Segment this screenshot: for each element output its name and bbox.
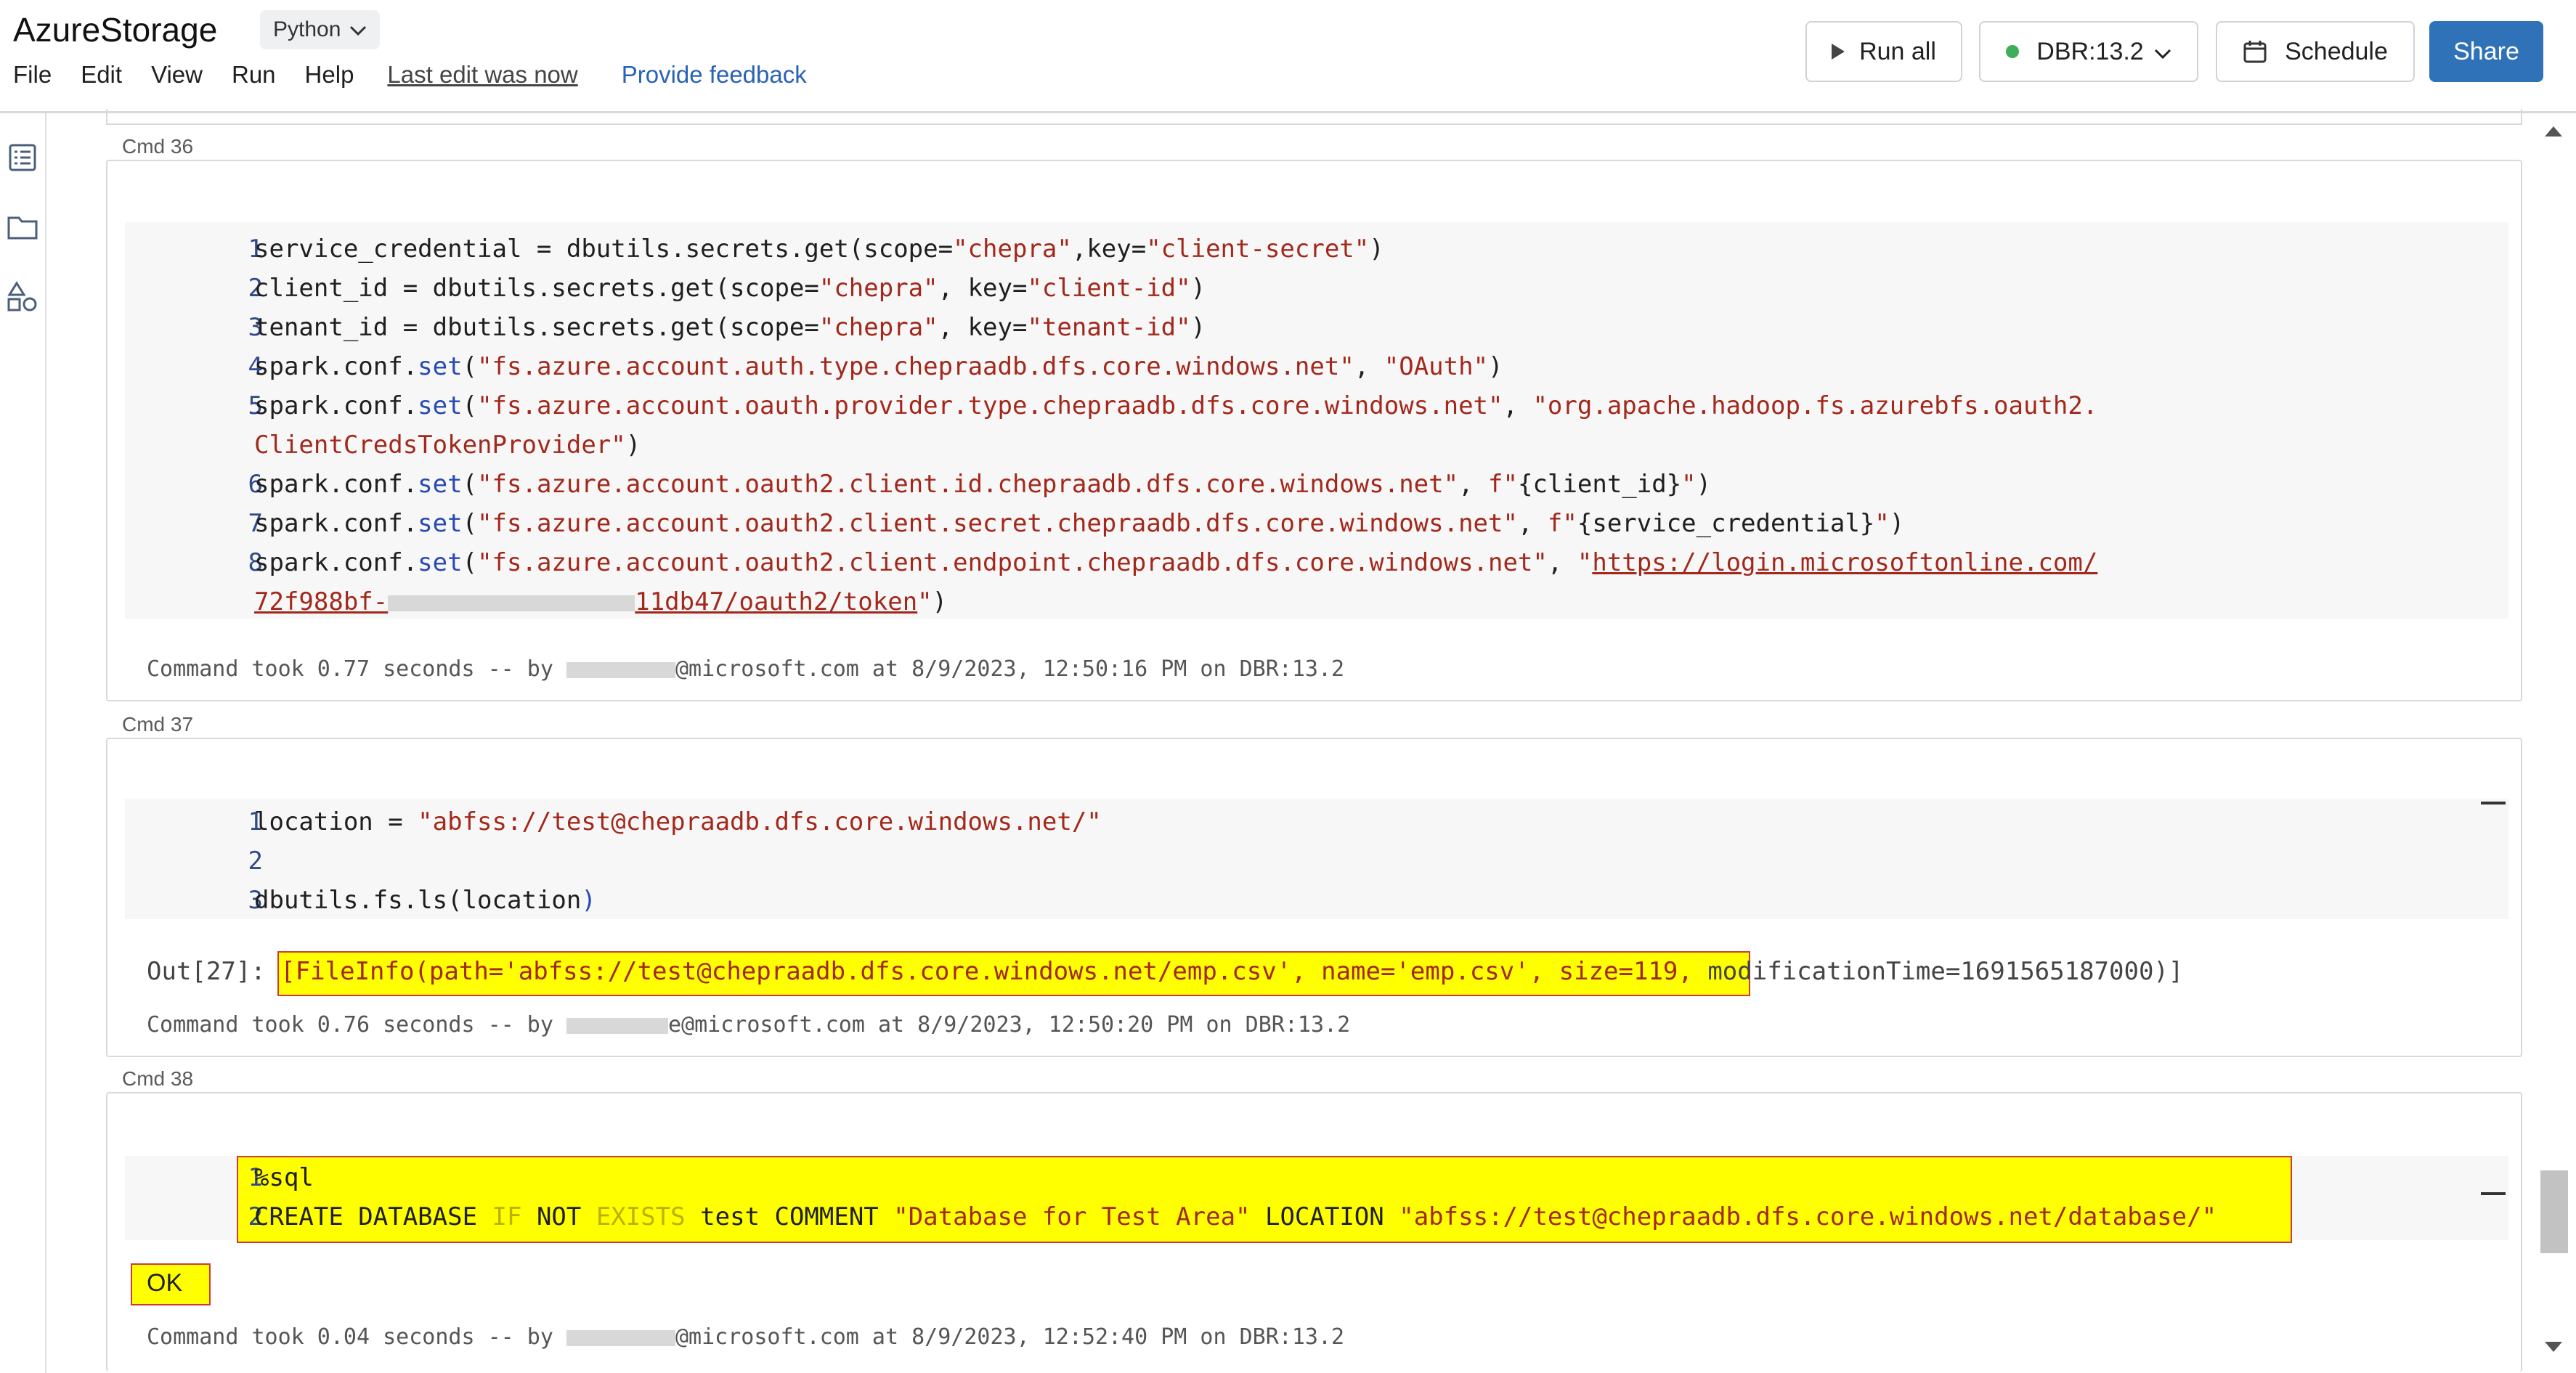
code-line: tenant_id = dbutils.secrets.get(scope="c… [254,313,1206,342]
scroll-up-icon[interactable] [2545,126,2562,137]
line-number: 6 [248,470,263,499]
output-rest: modificationTime=1691565187000)] [1692,957,2184,986]
last-edit-link[interactable]: Last edit was now [387,61,577,89]
code-line: 72f988bf- 11db47/oauth2/token") [254,587,948,616]
code-line: %sql [254,1163,314,1192]
schedule-label: Schedule [2285,37,2388,65]
line-number: 3 [248,886,263,915]
code-line: location = "abfss://test@chepraadb.dfs.c… [254,807,1102,836]
code-line: client_id = dbutils.secrets.get(scope="c… [254,274,1206,303]
result-ok: OK [147,1269,183,1297]
provide-feedback-link[interactable]: Provide feedback [622,61,807,89]
cell-output: Out[27]: [FileInfo(path='abfss://test@ch… [147,957,2183,986]
code-editor[interactable]: 1 service_credential = dbutils.secrets.ge… [125,222,2508,619]
chevron-down-icon [2154,38,2171,66]
line-number: 7 [248,509,263,538]
code-line: service_credential = dbutils.secrets.get… [254,235,1384,264]
line-number: 3 [248,313,263,342]
play-icon [1832,44,1845,60]
line-number: 2 [248,1202,263,1231]
left-rail [0,113,46,1373]
line-number: 2 [248,274,263,303]
menu-run[interactable]: Run [232,61,276,89]
line-number: 8 [248,548,263,577]
cluster-selector[interactable]: DBR:13.2 [1979,21,2198,82]
shapes-icon[interactable] [6,280,39,314]
run-all-button[interactable]: Run all [1805,21,1962,82]
language-label: Python [273,17,341,41]
menu-bar: File Edit View Run Help Last edit was no… [13,61,807,89]
cmd-label: Cmd 38 [122,1067,194,1090]
code-line: spark.conf.set("fs.azure.account.oauth2.… [254,509,1905,538]
collapse-icon[interactable] [2481,1192,2506,1195]
collapse-icon[interactable] [2481,802,2506,804]
cmd-label: Cmd 36 [122,135,194,158]
line-number: 4 [248,352,263,381]
scroll-down-icon[interactable] [2545,1342,2562,1352]
command-status: Command took 0.76 seconds -- by e@micros… [147,1012,1351,1038]
notebook-header: AzureStorage Python File Edit View Run H… [0,0,2576,113]
code-lines: 1 %sql 2 CREATE DATABASE IF NOT EXISTS tes… [125,1156,2508,1240]
line-number: 5 [248,391,263,420]
code-line: dbutils.fs.ls(location) [254,886,596,915]
cluster-status-icon [2006,45,2020,58]
code-line: spark.conf.set("fs.azure.account.oauth2.… [254,470,1712,499]
chevron-down-icon [349,17,367,42]
notebook-title[interactable]: AzureStorage [13,10,217,49]
share-button[interactable]: Share [2429,21,2543,82]
menu-file[interactable]: File [13,61,52,89]
folder-icon[interactable] [6,211,39,244]
table-of-contents-icon[interactable] [6,141,39,174]
output-highlighted: [FileInfo(path='abfss://test@chepraadb.d… [280,957,1693,986]
language-selector[interactable]: Python [260,10,381,49]
menu-edit[interactable]: Edit [81,61,122,89]
calendar-icon [2243,41,2267,63]
line-number: 2 [248,847,263,876]
line-number: 1 [248,235,263,264]
line-number: 1 [248,807,263,836]
schedule-button[interactable]: Schedule [2216,21,2415,82]
code-line: ClientCredsTokenProvider") [254,431,641,460]
command-status: Command took 0.77 seconds -- by @microso… [147,656,1345,682]
menu-help[interactable]: Help [305,61,354,89]
cmd-label: Cmd 37 [122,713,194,736]
code-editor[interactable]: 1 location = "abfss://test@chepraadb.dfs.… [125,799,2508,919]
command-status: Command took 0.04 seconds -- by @microso… [147,1324,1345,1350]
cluster-label: DBR:13.2 [2036,37,2144,65]
code-line: spark.conf.set("fs.azure.account.oauth2.… [254,548,2098,577]
menu-view[interactable]: View [151,61,203,89]
code-line: CREATE DATABASE IF NOT EXISTS test COMME… [254,1202,2217,1231]
output-prefix: Out[27]: [147,957,281,986]
code-line: spark.conf.set("fs.azure.account.oauth.p… [254,391,2098,420]
code-line: spark.conf.set("fs.azure.account.auth.ty… [254,352,1503,381]
scrollbar-thumb[interactable] [2540,1170,2568,1253]
previous-cell [106,109,2522,125]
run-all-label: Run all [1859,37,1936,65]
line-number: 1 [248,1163,263,1192]
